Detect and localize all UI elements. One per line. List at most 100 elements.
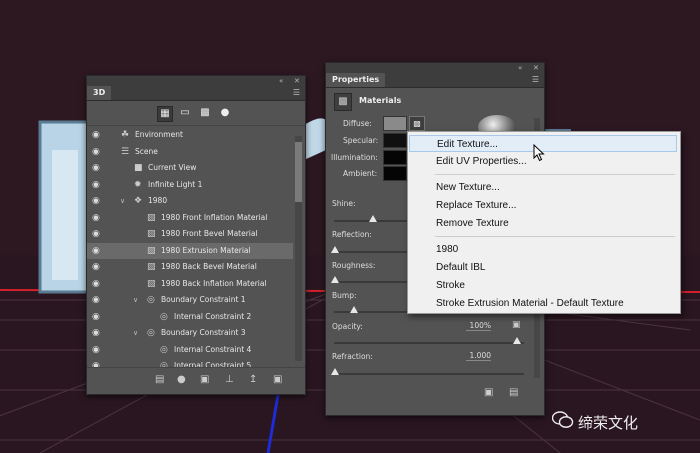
visibility-eye-icon[interactable]: ◉ (92, 325, 100, 341)
ambient-color-swatch[interactable] (383, 166, 407, 181)
visibility-eye-icon[interactable]: ◉ (92, 243, 100, 259)
layer-row[interactable]: ◉ ∨ ❖ 1980 (87, 193, 293, 210)
illumination-label: Illumination: (331, 153, 378, 162)
close-properties-icon[interactable]: ✕ (533, 63, 539, 73)
visibility-eye-icon[interactable]: ◉ (92, 144, 100, 160)
layer-row[interactable]: ◉ ◎ Internal Constraint 5 (87, 358, 293, 367)
illumination-color-swatch[interactable] (383, 150, 407, 165)
visibility-eye-icon[interactable]: ◉ (92, 177, 100, 193)
layer-row[interactable]: ◉ ☘ Environment (87, 127, 293, 144)
layer-row[interactable]: ◉ ▧ 1980 Back Bevel Material (87, 259, 293, 276)
layer-row[interactable]: ◉ ■ Current View (87, 160, 293, 177)
3d-panel-scrollbar[interactable] (295, 136, 302, 361)
roughness-slider-knob[interactable] (331, 276, 339, 283)
layer-row[interactable]: ◉ ▧ 1980 Front Inflation Material (87, 210, 293, 227)
visibility-eye-icon[interactable]: ◉ (92, 276, 100, 292)
visibility-eye-icon[interactable]: ◉ (92, 226, 100, 242)
menu-item[interactable]: New Texture... (409, 179, 677, 196)
expand-chevron-icon[interactable]: ∨ (133, 292, 138, 308)
tab-properties[interactable]: Properties (326, 73, 386, 87)
reflection-slider[interactable] (334, 251, 409, 253)
delete-material-icon[interactable]: ▤ (509, 387, 518, 398)
layer-label: 1980 Front Bevel Material (161, 229, 258, 238)
opacity-value[interactable]: 100% (466, 321, 491, 331)
render-icon[interactable]: ▤ (155, 374, 164, 385)
visibility-eye-icon[interactable]: ◉ (92, 342, 100, 358)
move-to-view-icon[interactable]: ↥ (249, 374, 257, 385)
properties-menu-icon[interactable]: ☰ (532, 75, 539, 84)
visibility-eye-icon[interactable]: ◉ (92, 210, 100, 226)
visibility-eye-icon[interactable]: ◉ (92, 292, 100, 308)
watermark-text: 缔荣文化 (578, 414, 639, 432)
render-preview-icon[interactable]: ▣ (484, 387, 493, 398)
collapse-panel-icon[interactable]: « (279, 76, 283, 86)
3d-panel: « ✕ 3D ☰ ▦ ▭ ▩ ● ◉ ☘ Environment ◉ ☰ Scene ◉ ■ C… (86, 75, 306, 395)
opacity-texture-folder-icon[interactable]: ▣ (512, 320, 521, 330)
menu-item[interactable]: Stroke Extrusion Material - Default Text… (409, 295, 677, 312)
opacity-slider[interactable] (334, 342, 524, 344)
scene-icon: ☰ (121, 146, 130, 157)
delete-icon[interactable]: ▣ (273, 374, 282, 385)
expand-chevron-icon[interactable]: ∨ (133, 325, 138, 341)
refraction-slider[interactable] (334, 373, 524, 375)
3d-panel-tabrow: 3D ☰ (87, 86, 305, 101)
material-icon: ▧ (147, 212, 156, 223)
tab-3d[interactable]: 3D (87, 86, 112, 100)
materials-filter-icon[interactable]: ▩ (198, 106, 212, 120)
material-icon: ▧ (147, 262, 156, 272)
shine-slider-knob[interactable] (369, 215, 377, 222)
layer-row[interactable]: ◉ ▧ 1980 Back Inflation Material (87, 276, 293, 293)
menu-separator (435, 174, 675, 175)
layer-row[interactable]: ◉ ▧ 1980 Front Bevel Material (87, 226, 293, 243)
layer-row[interactable]: ◉ ▧ 1980 Extrusion Material (87, 242, 293, 259)
refraction-value[interactable]: 1.000 (466, 351, 491, 361)
visibility-eye-icon[interactable]: ◉ (92, 259, 100, 275)
refraction-slider-knob[interactable] (331, 368, 339, 375)
layer-label: 1980 Back Bevel Material (161, 262, 257, 271)
diffuse-color-swatch[interactable] (383, 116, 407, 131)
texture-menu-icon[interactable]: ▩ (409, 116, 425, 131)
drop-to-ground-icon[interactable]: ⊥ (225, 374, 234, 385)
layer-row[interactable]: ◉ ◎ Internal Constraint 2 (87, 309, 293, 326)
visibility-eye-icon[interactable]: ◉ (92, 127, 100, 143)
whole-scene-filter-icon[interactable]: ▦ (157, 106, 173, 122)
wechat-logo-icon (552, 411, 574, 428)
reflection-slider-knob[interactable] (331, 246, 339, 253)
panel-menu-icon[interactable]: ☰ (293, 88, 300, 97)
visibility-eye-icon[interactable]: ◉ (92, 358, 100, 367)
layer-label: 1980 Back Inflation Material (161, 278, 267, 288)
meshes-filter-icon[interactable]: ▭ (178, 106, 192, 120)
visibility-eye-icon[interactable]: ◉ (92, 309, 100, 325)
collapse-properties-icon[interactable]: « (518, 63, 522, 73)
close-panel-icon[interactable]: ✕ (294, 76, 300, 86)
layer-label: Scene (135, 146, 158, 156)
constraint-icon: ◎ (147, 295, 155, 305)
layer-label: Current View (148, 163, 197, 172)
layer-label: Boundary Constraint 3 (161, 328, 246, 337)
roughness-slider[interactable] (334, 281, 409, 283)
layer-row[interactable]: ◉ ☰ Scene (87, 144, 293, 161)
lights-filter-icon[interactable]: ● (218, 106, 232, 120)
layer-row[interactable]: ◉ ◎ Internal Constraint 4 (87, 342, 293, 359)
layer-row[interactable]: ◉ ∨ ◎ Boundary Constraint 1 (87, 292, 293, 309)
layer-row[interactable]: ◉ ∨ ◎ Boundary Constraint 3 (87, 325, 293, 342)
new-constraint-icon[interactable]: ▣ (200, 374, 209, 385)
specular-color-swatch[interactable] (383, 133, 407, 148)
bump-slider[interactable] (334, 311, 409, 313)
constraint-icon: ◎ (160, 311, 168, 322)
diffuse-label: Diffuse: (343, 119, 372, 128)
menu-item[interactable]: 1980 (409, 241, 677, 258)
layer-label: Internal Constraint 5 (174, 361, 252, 367)
menu-item[interactable]: Stroke (409, 277, 677, 294)
menu-item[interactable]: Remove Texture (409, 215, 677, 232)
opacity-slider-knob[interactable] (513, 337, 521, 344)
menu-item[interactable]: Replace Texture... (409, 197, 677, 214)
scrollbar-thumb[interactable] (295, 142, 302, 202)
visibility-eye-icon[interactable]: ◉ (92, 160, 100, 176)
add-light-icon[interactable]: ● (177, 374, 186, 385)
menu-item[interactable]: Default IBL (409, 259, 677, 276)
layer-row[interactable]: ◉ ✹ Infinite Light 1 (87, 177, 293, 194)
expand-chevron-icon[interactable]: ∨ (120, 193, 125, 209)
visibility-eye-icon[interactable]: ◉ (92, 193, 100, 209)
bump-slider-knob[interactable] (350, 306, 358, 313)
